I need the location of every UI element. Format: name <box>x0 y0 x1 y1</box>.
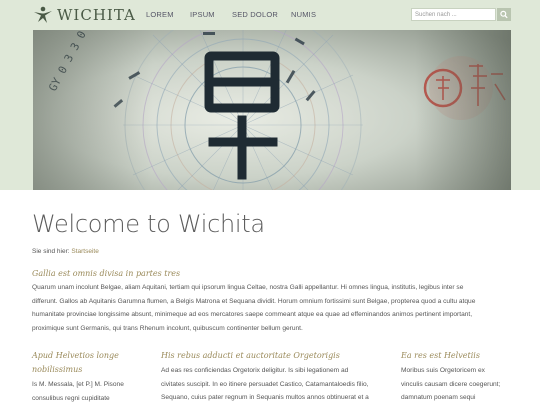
search-icon <box>500 10 508 19</box>
breadcrumb-prefix: Sie sind hier: <box>32 248 70 255</box>
text-line: damnatum poenam sequi <box>401 394 476 401</box>
intro-paragraph: Quarum unam incolunt Belgae, aliam Aquit… <box>32 281 475 335</box>
logo-text: WICHITA <box>57 6 136 24</box>
text-line: humanitate provinciae longissime absunt,… <box>32 311 473 318</box>
hero-margin-left <box>0 30 33 190</box>
text-line: proximique sunt Germanis, qui trans Rhen… <box>32 324 303 332</box>
hero-margin-right <box>511 30 540 190</box>
nav-item-sed-dolor[interactable]: SED DOLOR <box>232 10 278 19</box>
column-2-text: Ad eas res conficiendas Orgetorix deligi… <box>161 364 369 405</box>
text-line: consulibus regni cupiditate <box>32 394 110 402</box>
text-line: Is M. Messala, [et P.] M. Pisone <box>32 381 124 388</box>
column-1-heading-line-2: nobilissimus <box>32 365 83 374</box>
text-line: civitates suscipit. In eo itinere persua… <box>161 380 369 388</box>
column-3-text: Moribus suis Orgetoricem ex vinculis cau… <box>401 364 500 405</box>
breadcrumb: Sie sind hier: Startseite <box>32 248 99 255</box>
search-button[interactable] <box>497 8 511 21</box>
hero-banknote-image: GY 0 3 3 0 <box>33 30 511 190</box>
text-line: vinculis causam dicere coegerunt; <box>401 380 501 388</box>
search-input[interactable]: Suchen nach ... <box>411 8 496 21</box>
column-3-heading: Ea res est Helvetiis <box>401 351 480 360</box>
search-form: Suchen nach ... <box>411 8 511 21</box>
intro-heading: Gallia est omnis divisa in partes tres <box>32 269 181 278</box>
text-line: Quarum unam incolunt Belgae, aliam Aquit… <box>32 284 464 291</box>
figure-logo-icon <box>34 6 52 23</box>
text-line: Ad eas res conficiendas Orgetorix deligi… <box>161 367 349 374</box>
text-line: differunt. Gallos ab Aquitanis Garumna f… <box>32 297 476 305</box>
logo[interactable]: WICHITA <box>33 5 136 25</box>
column-1-heading: Apud Helvetios longe <box>32 351 119 360</box>
page-title: Welcome to Wichita <box>32 210 265 238</box>
column-2-heading: His rebus adducti et auctoritate Orgetor… <box>161 351 340 360</box>
nav-item-ipsum[interactable]: IPSUM <box>190 10 215 19</box>
column-1-text: Is M. Messala, [et P.] M. Pisone consuli… <box>32 378 124 405</box>
text-line: Sequano, cuius pater regnum in Sequanis … <box>161 394 369 401</box>
nav-item-numis[interactable]: NUMIS <box>291 10 316 19</box>
text-line: Moribus suis Orgetoricem ex <box>401 367 485 374</box>
nav-item-lorem[interactable]: LOREM <box>146 10 174 19</box>
breadcrumb-link-home[interactable]: Startseite <box>71 248 98 255</box>
